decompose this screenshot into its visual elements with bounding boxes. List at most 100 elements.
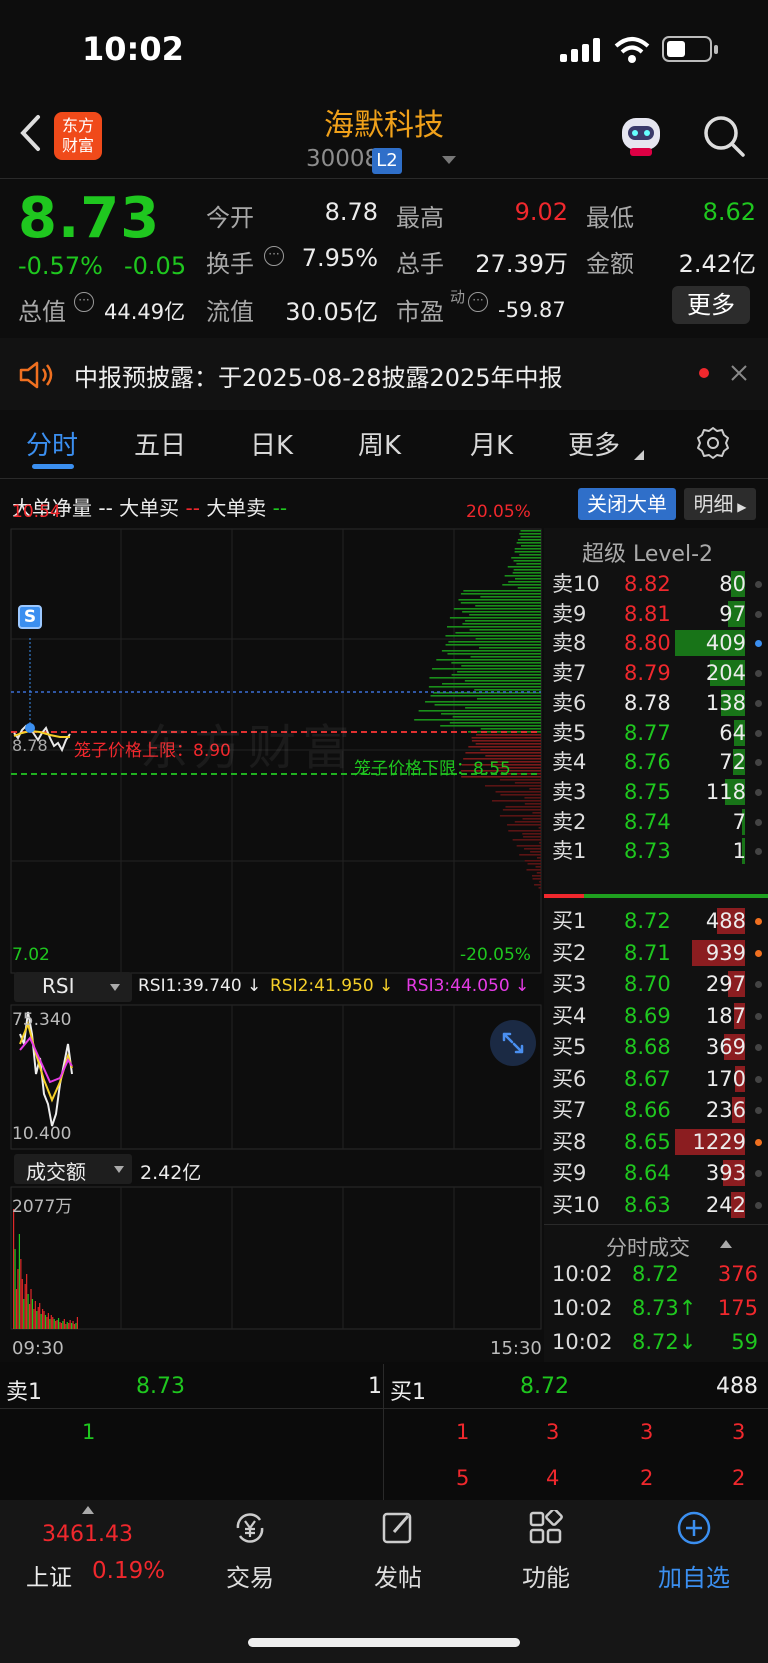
ask-row[interactable]: 卖8 8.80 409 [552, 628, 768, 658]
ask-row[interactable]: 卖7 8.79 204 [552, 658, 768, 688]
depth-bar [480, 596, 541, 598]
depth-bar [495, 791, 541, 793]
info-icon[interactable]: ··· [468, 292, 488, 312]
depth-bar [522, 818, 541, 820]
bid-row[interactable]: 买7 8.66 236 [552, 1095, 768, 1125]
amount-bar [40, 1314, 42, 1329]
queue-buy-item: 3 [546, 1420, 560, 1444]
amount-bar [36, 1311, 38, 1329]
depth-bar [425, 701, 541, 703]
detail-button[interactable]: 明细 ▶ [684, 488, 756, 520]
chevron-down-icon[interactable] [442, 156, 456, 164]
ask-volume: 409 [705, 631, 746, 656]
bid-row[interactable]: 买5 8.68 369 [552, 1032, 768, 1062]
depth-bar [429, 677, 541, 679]
more-quote-button[interactable]: 更多 [672, 286, 750, 324]
assistant-robot-icon[interactable] [618, 114, 664, 158]
ask-row[interactable]: 卖4 8.76 72 [552, 747, 768, 777]
ask-price: 8.76 [624, 750, 671, 775]
divider [544, 1224, 768, 1225]
amount-bar [15, 1289, 18, 1329]
caret-up-icon[interactable] [720, 1240, 732, 1248]
notice-text[interactable]: 中报预披露：于2025-08-28披露2025年中报 [74, 358, 563, 393]
depth-bar [504, 575, 541, 577]
index-value[interactable]: 3461.43 [42, 1522, 133, 1547]
index-name[interactable]: 上证 [26, 1558, 72, 1592]
amount-bar [46, 1317, 48, 1329]
depth-bar [449, 722, 541, 724]
bid-row[interactable]: 买10 8.63 242 [552, 1190, 768, 1220]
depth-bar [500, 794, 541, 796]
ask-row[interactable]: 卖2 8.74 7 [552, 807, 768, 837]
tab-daily-k[interactable]: 日K [250, 425, 293, 462]
ask-row[interactable]: 卖3 8.75 118 [552, 777, 768, 807]
depth-bar [517, 539, 541, 541]
gear-icon[interactable] [696, 426, 730, 460]
bid-row[interactable]: 买8 8.65 1229 [552, 1127, 768, 1157]
rsi-chart[interactable] [10, 1004, 542, 1150]
ask-price: 8.74 [624, 809, 671, 834]
depth-bar [514, 782, 541, 784]
close-icon[interactable] [730, 364, 748, 382]
bid-row[interactable]: 买1 8.72 488 [552, 906, 768, 936]
rsi-axis-bottom: 10.400 [12, 1124, 72, 1144]
amount-bar [37, 1307, 39, 1329]
depth-bar [455, 632, 541, 634]
bid-row[interactable]: 买4 8.69 187 [552, 1001, 768, 1031]
nav-add-watchlist[interactable]: 加自选 [644, 1510, 744, 1593]
depth-bar [480, 728, 541, 730]
tab-five-day[interactable]: 五日 [134, 425, 186, 462]
amount-chart[interactable] [10, 1186, 542, 1330]
ask-row[interactable]: 卖5 8.77 64 [552, 718, 768, 748]
ask-row[interactable]: 卖10 8.82 80 [552, 569, 768, 599]
depth-bar [499, 779, 541, 781]
depth-bar [428, 686, 541, 688]
tab-monthly-k[interactable]: 月K [470, 425, 513, 462]
tab-more[interactable]: 更多 [568, 425, 620, 462]
nav-post[interactable]: 发帖 [348, 1510, 448, 1593]
expand-icon[interactable] [490, 1020, 536, 1066]
order-dot [755, 949, 762, 957]
depth-bar [539, 842, 541, 844]
queue-sell-item: 1 [82, 1420, 96, 1444]
depth-bar [523, 836, 541, 838]
queue-buy-label: 买1 [390, 1380, 426, 1405]
tab-intraday[interactable]: 分时 [26, 425, 78, 462]
ask-level-label: 卖5 [552, 720, 587, 745]
trade-marker-s[interactable]: S [18, 605, 42, 629]
ask-row[interactable]: 卖6 8.78 138 [552, 688, 768, 718]
nav-trade[interactable]: 交易 [200, 1510, 300, 1593]
amount-bar [13, 1209, 15, 1329]
bid-row[interactable]: 买9 8.64 393 [552, 1158, 768, 1188]
ask-row[interactable]: 卖9 8.81 97 [552, 599, 768, 629]
search-icon[interactable] [702, 114, 746, 158]
info-icon[interactable]: ··· [74, 292, 94, 312]
queue-buy-item: 3 [732, 1420, 746, 1444]
bid-level-label: 买2 [552, 940, 587, 965]
depth-bar [469, 629, 541, 631]
y-axis-bottom: 7.02 [12, 945, 50, 965]
bid-row[interactable]: 买6 8.67 170 [552, 1064, 768, 1094]
home-indicator [248, 1638, 520, 1647]
ask-volume: 1 [732, 839, 746, 864]
lower-limit-label: 笼子价格下限：8.55 [354, 759, 511, 779]
bid-row[interactable]: 买3 8.70 297 [552, 969, 768, 999]
tick-time: 10:02 [552, 1296, 613, 1320]
bid-row[interactable]: 买2 8.71 939 [552, 938, 768, 968]
nav-functions[interactable]: 功能 [496, 1508, 596, 1593]
ask-row[interactable]: 卖1 8.73 1 [552, 836, 768, 866]
tick-price: 8.72↓ [632, 1330, 697, 1354]
close-big-order-button[interactable]: 关闭大单 [578, 488, 676, 520]
rsi-selector[interactable]: RSI [14, 972, 132, 1002]
caret-icon [634, 450, 644, 460]
ask-price: 8.75 [624, 779, 671, 804]
depth-bar [471, 737, 541, 739]
tab-weekly-k[interactable]: 周K [358, 425, 401, 462]
depth-bar [530, 851, 541, 853]
depth-bar [484, 785, 541, 787]
order-dot [755, 981, 762, 988]
depth-bar [522, 833, 541, 835]
amount-selector[interactable]: 成交额 [14, 1154, 132, 1184]
index-percent[interactable]: 0.19% [92, 1558, 165, 1584]
depth-bar [458, 599, 541, 601]
